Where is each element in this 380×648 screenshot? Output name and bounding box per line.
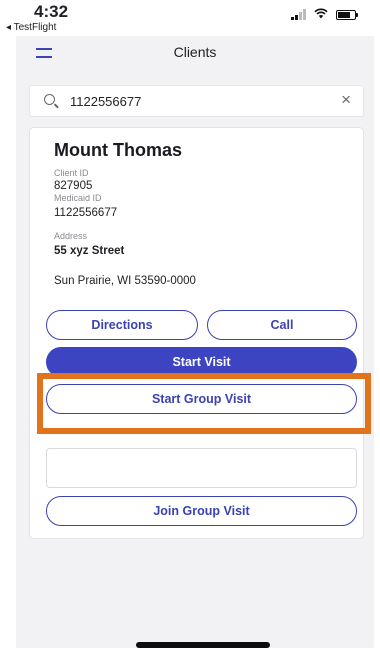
address-line1: 55 xyz Street [54, 245, 125, 257]
search-input[interactable] [70, 92, 320, 110]
search-bar: × [30, 86, 363, 116]
client-id-label: Client ID [54, 168, 89, 178]
signal-icon [291, 9, 306, 20]
medicaid-id-value: 1122556677 [54, 207, 118, 219]
page-title: Clients [173, 44, 217, 60]
join-group-visit-button[interactable]: Join Group Visit [46, 496, 357, 526]
address-label: Address [54, 231, 88, 241]
client-id-value: 827905 [54, 180, 93, 192]
client-name: Mount Thomas [54, 140, 182, 160]
address-line2: Sun Prairie, WI 53590-0000 [54, 275, 196, 287]
medicaid-id-label: Medicaid ID [54, 193, 102, 203]
call-button[interactable]: Call [207, 310, 357, 340]
status-icons [291, 8, 358, 21]
home-indicator [136, 642, 270, 648]
start-group-visit-button[interactable]: Start Group Visit [46, 384, 357, 414]
client-card: Mount Thomas Client ID 827905 Medicaid I… [30, 128, 363, 538]
start-visit-button[interactable]: Start Visit [46, 347, 357, 377]
battery-icon [336, 9, 358, 20]
clear-search-icon[interactable]: × [341, 91, 351, 109]
wifi-icon [314, 8, 328, 21]
back-to-app-link[interactable]: ◂ TestFlight [6, 22, 56, 33]
navbar: Clients [16, 36, 374, 70]
status-time: 4:32 [34, 2, 69, 21]
app-screen: Clients × Mount Thomas Client ID 827905 … [16, 36, 374, 648]
directions-button[interactable]: Directions [46, 310, 198, 340]
search-icon [44, 94, 55, 105]
group-code-field[interactable] [46, 448, 357, 488]
status-bar: 4:32 ◂ TestFlight [0, 0, 380, 36]
